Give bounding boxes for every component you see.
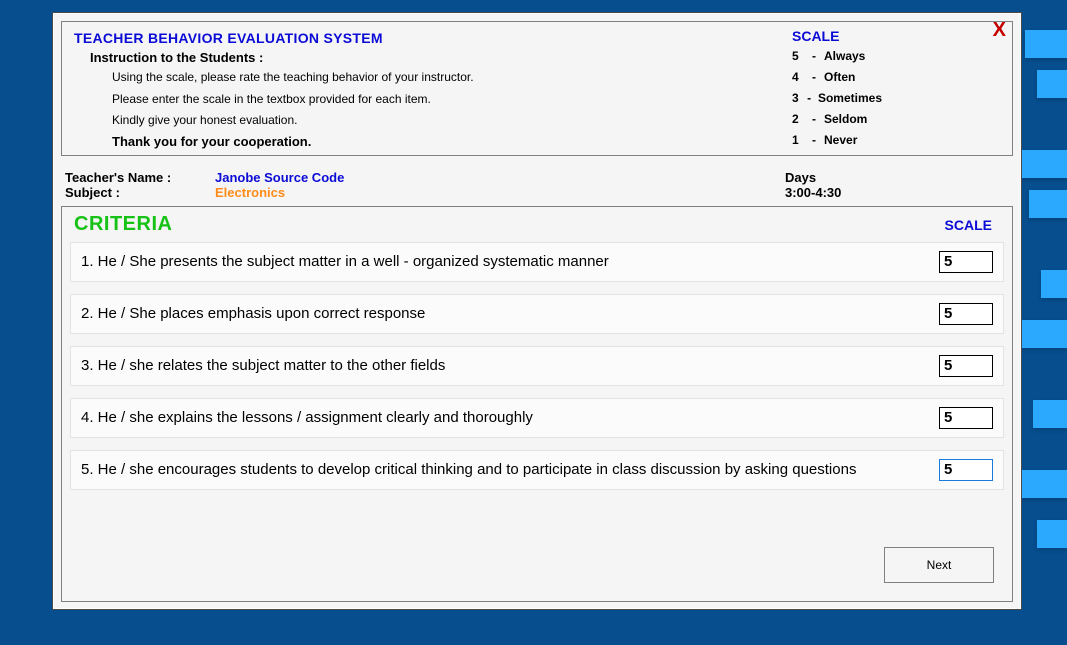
days-label: Days xyxy=(785,170,1001,185)
criteria-row: 1. He / She presents the subject matter … xyxy=(70,242,1004,282)
evaluation-window: TEACHER BEHAVIOR EVALUATION SYSTEM X Ins… xyxy=(52,12,1022,610)
bg-stripe xyxy=(1037,520,1067,548)
scale-legend-title: SCALE xyxy=(792,28,882,44)
bg-stripe xyxy=(1033,400,1067,428)
criteria-question: 5. He / she encourages students to devel… xyxy=(81,461,939,478)
subject-value: Electronics xyxy=(215,185,285,200)
scale-dash: - xyxy=(806,88,812,109)
desktop-background: TEACHER BEHAVIOR EVALUATION SYSTEM X Ins… xyxy=(0,0,1067,645)
bg-stripe xyxy=(1025,30,1067,58)
scale-input-4[interactable] xyxy=(939,407,993,429)
scale-label: Always xyxy=(824,46,865,67)
scale-num: 3 xyxy=(792,88,800,109)
scale-dash: - xyxy=(810,109,818,130)
criteria-row: 3. He / she relates the subject matter t… xyxy=(70,346,1004,386)
scale-num: 5 xyxy=(792,46,804,67)
close-icon[interactable]: X xyxy=(993,20,1006,40)
criteria-question: 1. He / She presents the subject matter … xyxy=(81,253,939,270)
bg-stripe xyxy=(1037,70,1067,98)
teacher-name-value: Janobe Source Code xyxy=(215,170,344,185)
teacher-info-panel: Teacher's Name : Janobe Source Code Subj… xyxy=(61,164,1013,206)
header-panel: TEACHER BEHAVIOR EVALUATION SYSTEM X Ins… xyxy=(61,21,1013,156)
criteria-question: 3. He / she relates the subject matter t… xyxy=(81,357,939,374)
bg-stripe xyxy=(1029,190,1067,218)
criteria-panel: CRITERIA SCALE 1. He / She presents the … xyxy=(61,206,1013,602)
criteria-question: 4. He / she explains the lessons / assig… xyxy=(81,409,939,426)
scale-dash: - xyxy=(810,46,818,67)
scale-input-3[interactable] xyxy=(939,355,993,377)
scale-legend-row: 5 - Always xyxy=(792,46,882,67)
scale-legend: SCALE 5 - Always 4 - Often 3 - Sometimes xyxy=(792,28,882,151)
scale-input-2[interactable] xyxy=(939,303,993,325)
criteria-row: 2. He / She places emphasis upon correct… xyxy=(70,294,1004,334)
subject-label: Subject : xyxy=(65,185,215,200)
criteria-scale-heading: SCALE xyxy=(945,217,992,233)
scale-dash: - xyxy=(810,130,818,151)
bg-stripe xyxy=(1019,320,1067,348)
scale-label: Sometimes xyxy=(818,88,882,109)
scale-input-1[interactable] xyxy=(939,251,993,273)
criteria-row: 5. He / she encourages students to devel… xyxy=(70,450,1004,490)
scale-label: Never xyxy=(824,130,857,151)
scale-label: Often xyxy=(824,67,855,88)
criteria-title: CRITERIA xyxy=(74,213,172,236)
scale-label: Seldom xyxy=(824,109,867,130)
next-button[interactable]: Next xyxy=(884,547,994,583)
scale-legend-row: 3 - Sometimes xyxy=(792,88,882,109)
scale-legend-row: 1 - Never xyxy=(792,130,882,151)
time-value: 3:00-4:30 xyxy=(785,185,1001,200)
bg-stripe xyxy=(1015,470,1067,498)
scale-num: 4 xyxy=(792,67,804,88)
scale-num: 1 xyxy=(792,130,804,151)
bg-stripe xyxy=(1015,150,1067,178)
bg-stripe xyxy=(1041,270,1067,298)
scale-num: 2 xyxy=(792,109,804,130)
scale-input-5[interactable] xyxy=(939,459,993,481)
scale-dash: - xyxy=(810,67,818,88)
scale-legend-row: 2 - Seldom xyxy=(792,109,882,130)
criteria-question: 2. He / She places emphasis upon correct… xyxy=(81,305,939,322)
criteria-row: 4. He / she explains the lessons / assig… xyxy=(70,398,1004,438)
scale-legend-row: 4 - Often xyxy=(792,67,882,88)
teacher-name-label: Teacher's Name : xyxy=(65,170,215,185)
